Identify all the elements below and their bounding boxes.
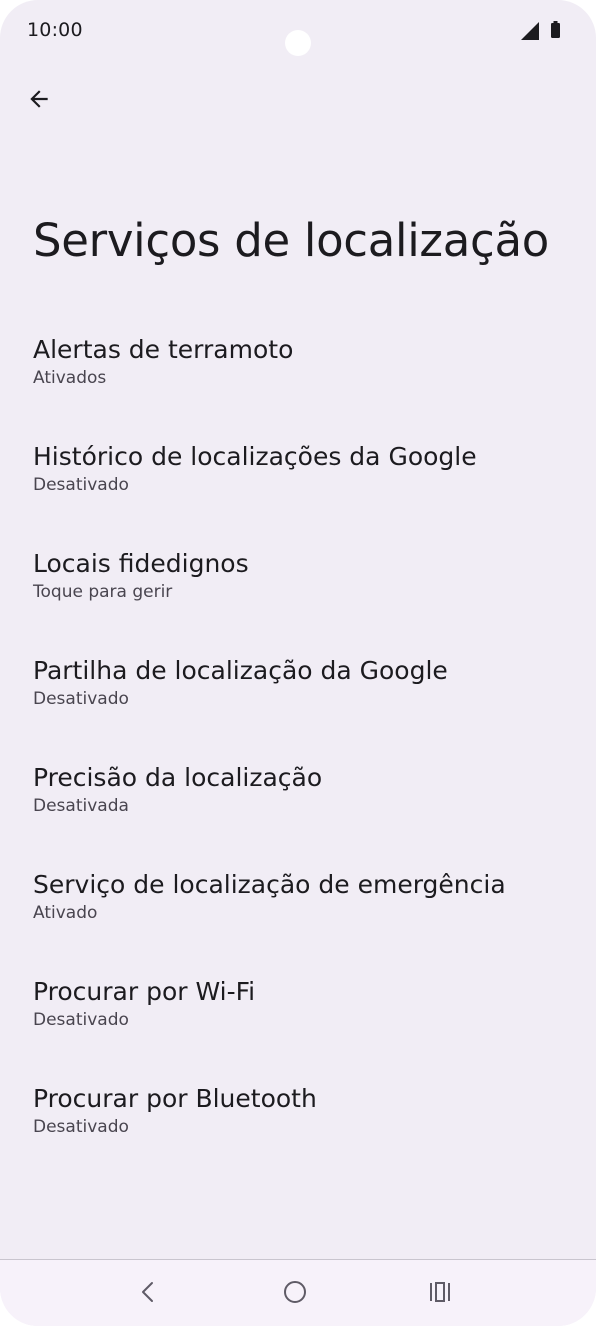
list-item-title: Procurar por Bluetooth [33,1084,317,1113]
nav-recents-button[interactable] [420,1272,460,1312]
list-item-google-location-sharing[interactable]: Partilha de localização da Google Desati… [0,643,596,750]
page-title: Serviços de localização [33,214,549,267]
battery-icon [551,21,560,38]
list-item-title: Histórico de localizações da Google [33,442,477,471]
list-item-subtitle: Desativado [33,475,129,495]
nav-home-button[interactable] [275,1272,315,1312]
list-item-subtitle: Ativados [33,368,107,388]
status-bar: 10:00 [0,0,596,64]
list-item-title: Procurar por Wi-Fi [33,977,256,1006]
list-item-subtitle: Toque para gerir [33,582,173,602]
list-item-title: Serviço de localização de emergência [33,870,506,899]
list-item-bluetooth-scanning[interactable]: Procurar por Bluetooth Desativado [0,1071,596,1178]
list-item-title: Locais fidedignos [33,549,249,578]
list-item-trusted-places[interactable]: Locais fidedignos Toque para gerir [0,536,596,643]
list-item-google-location-history[interactable]: Histórico de localizações da Google Desa… [0,429,596,536]
navigation-bar [0,1260,596,1326]
list-item-wifi-scanning[interactable]: Procurar por Wi-Fi Desativado [0,964,596,1071]
nav-back-icon [142,1282,153,1302]
list-item-subtitle: Ativado [33,903,98,923]
list-item-earthquake-alerts[interactable]: Alertas de terramoto Ativados [0,322,596,429]
phone-screen: 10:00 Serviços de localização Alertas de… [0,0,596,1326]
nav-recents-icon [430,1282,450,1302]
list-item-subtitle: Desativado [33,1117,129,1137]
list-item-location-accuracy[interactable]: Precisão da localização Desativada [0,750,596,857]
nav-home-icon [284,1281,306,1303]
list-item-subtitle: Desativado [33,689,129,709]
list-item-subtitle: Desativado [33,1010,129,1030]
list-item-emergency-location-service[interactable]: Serviço de localização de emergência Ati… [0,857,596,964]
list-item-subtitle: Desativada [33,796,129,816]
back-button[interactable] [18,78,60,120]
list-item-title: Partilha de localização da Google [33,656,448,685]
front-camera [285,30,311,56]
signal-icon [521,22,539,40]
list-item-title: Alertas de terramoto [33,335,294,364]
status-time: 10:00 [27,19,83,41]
list-item-title: Precisão da localização [33,763,323,792]
settings-list: Alertas de terramoto Ativados Histórico … [0,322,596,1178]
nav-back-button[interactable] [128,1272,168,1312]
arrow-left-icon [30,90,48,108]
